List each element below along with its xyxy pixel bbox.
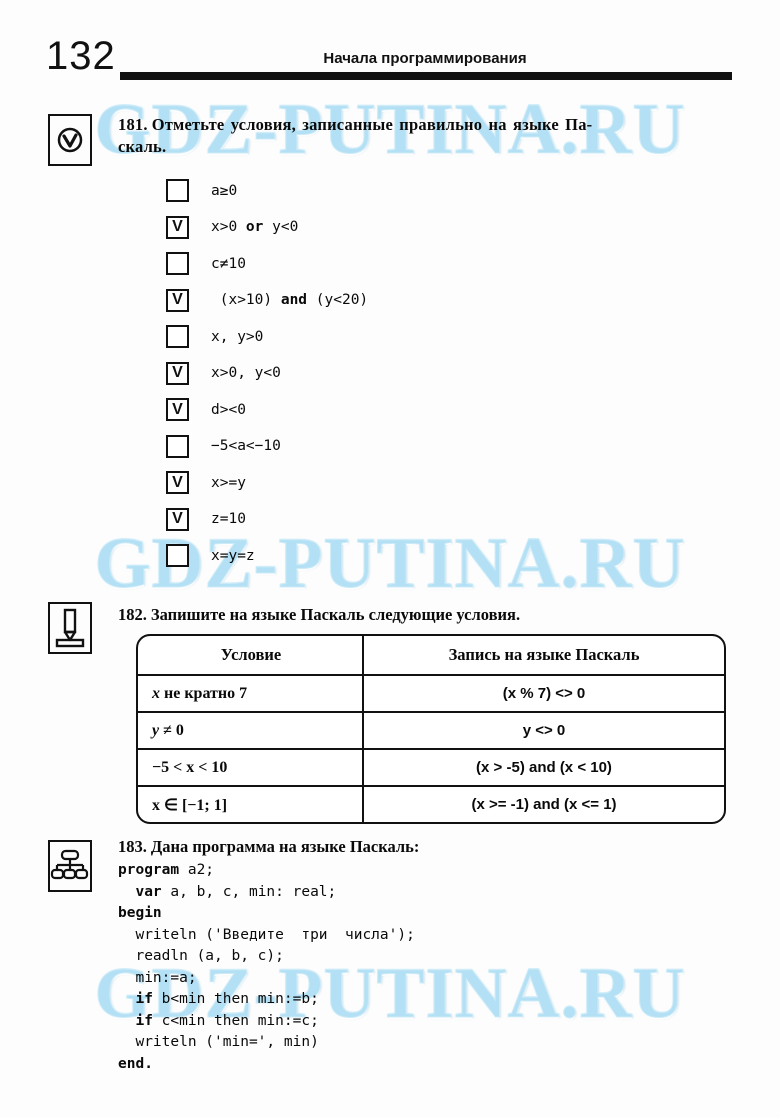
exercise-183: 183. Дана программа на языке Паскаль: pro… bbox=[118, 836, 738, 1075]
table-header-row: Условие Запись на языке Паскаль bbox=[138, 636, 724, 676]
option-row: c≠10 bbox=[118, 246, 738, 283]
exercise-181-prompt-line2: скаль. bbox=[118, 137, 167, 157]
option-label: x=y=z bbox=[211, 547, 255, 564]
option-row: x, y>0 bbox=[118, 319, 738, 356]
cell-pascal: (x > -5) and (x < 10) bbox=[363, 749, 724, 787]
code-line: begin bbox=[118, 905, 162, 922]
table-body: x не кратно 7 (x % 7) <> 0y ≠ 0y <> 0 −5 <… bbox=[138, 675, 724, 822]
cell-condition: x ∈ [−1; 1] bbox=[138, 786, 364, 822]
option-row: d><0 bbox=[118, 392, 738, 429]
cell-condition: −5 < x < 10 bbox=[138, 749, 364, 787]
checkbox-checked[interactable] bbox=[166, 507, 189, 531]
table-header-condition: Условие bbox=[138, 636, 364, 676]
exercise-181-number: 181. bbox=[118, 115, 148, 134]
option-label: x>0 or y<0 bbox=[211, 219, 299, 236]
pencil-icon bbox=[48, 602, 92, 654]
code-line: program a2; bbox=[118, 862, 215, 879]
exercise-182-number: 182. bbox=[118, 605, 147, 624]
exercise-181-prompt-line1: Отметьте условия, записанные правильно н… bbox=[151, 115, 593, 134]
option-label: x, y>0 bbox=[211, 328, 264, 345]
code-line: end. bbox=[118, 1055, 153, 1072]
exercise-183-prompt-text: Дана программа на языке Паскаль: bbox=[150, 837, 420, 856]
option-label: x>=y bbox=[211, 474, 246, 491]
code-line: if c<min then min:=c; bbox=[135, 1012, 319, 1029]
cell-pascal: (x >= -1) and (x <= 1) bbox=[471, 796, 617, 813]
checkbox-checked[interactable] bbox=[166, 288, 189, 312]
code-line: writeln ('Введите три числа'); bbox=[135, 926, 415, 943]
exercise-181: 181. Отметьте условия, записанные правиль… bbox=[118, 114, 738, 574]
option-row: x>0 or y<0 bbox=[118, 209, 738, 246]
cell-pascal: (x % 7) <> 0 bbox=[363, 675, 724, 713]
table-row: −5 < x < 10 (x > -5) and (x < 10) bbox=[138, 749, 724, 787]
code-line: min:=a; bbox=[135, 969, 197, 986]
code-line: writeln ('min=', min) bbox=[135, 1034, 319, 1051]
checkbox-checked[interactable] bbox=[166, 361, 189, 385]
option-row: a≥0 bbox=[118, 173, 738, 210]
exercise-182-prompt-text: Запишите на языке Паскаль следующие усло… bbox=[150, 605, 521, 624]
checkbox-unchecked[interactable] bbox=[166, 325, 189, 349]
option-row: x>0, y<0 bbox=[118, 355, 738, 392]
table-header-pascal: Запись на языке Паскаль bbox=[363, 636, 724, 676]
exercise-183-prompt: 183. Дана программа на языке Паскаль: bbox=[118, 836, 738, 858]
running-head: Начала программирования bbox=[323, 50, 527, 67]
option-label: a≥0 bbox=[211, 182, 238, 199]
exercise-182-prompt: 182. Запишите на языке Паскаль следующие … bbox=[118, 604, 738, 626]
option-label: x>0, y<0 bbox=[211, 365, 281, 382]
checkbox-unchecked[interactable] bbox=[166, 252, 189, 276]
checkbox-checked[interactable] bbox=[166, 398, 189, 422]
exercise-182: 182. Запишите на языке Паскаль следующие … bbox=[118, 604, 738, 626]
option-label: c≠10 bbox=[211, 255, 246, 272]
exercise-181-prompt: 181. Отметьте условия, записанные правиль… bbox=[118, 114, 738, 159]
exercise-183-number: 183. bbox=[118, 837, 147, 856]
option-label: d><0 bbox=[211, 401, 246, 418]
table-row: x не кратно 7 (x % 7) <> 0 bbox=[138, 675, 724, 713]
exercise-181-option-list: a≥0 x>0 or y<0 c≠10 (x>10) and (y<20) x, y>… bbox=[118, 173, 738, 575]
table-row: x ∈ [−1; 1] (x >= -1) and (x <= 1) bbox=[138, 786, 724, 822]
conditions-table: Условие Запись на языке Паскаль x не кра… bbox=[136, 634, 726, 824]
code-line: var a, b, c, min: real; bbox=[135, 883, 337, 900]
textbook-page: 132 Начала программирования 181. Отметьте… bbox=[0, 0, 780, 1118]
page-number: 132 bbox=[46, 34, 116, 78]
table-row: y ≠ 0y <> 0 bbox=[138, 712, 724, 750]
option-row: x=y=z bbox=[118, 538, 738, 575]
cell-condition: x не кратно 7 bbox=[138, 675, 364, 713]
checkbox-checked[interactable] bbox=[166, 471, 189, 495]
option-row: −5<a<−10 bbox=[118, 428, 738, 465]
checkbox-unchecked[interactable] bbox=[166, 179, 189, 203]
option-label: (x>10) and (y<20) bbox=[211, 292, 369, 309]
option-row: (x>10) and (y<20) bbox=[118, 282, 738, 319]
option-label: z=10 bbox=[211, 511, 246, 528]
pascal-code-block: program a2; var a, b, c, min: real; begin… bbox=[118, 860, 738, 1075]
option-row: z=10 bbox=[118, 501, 738, 538]
cell-condition: y ≠ 0 bbox=[138, 712, 364, 750]
checkbox-unchecked[interactable] bbox=[166, 434, 189, 458]
header-rule bbox=[120, 72, 732, 80]
code-line: if b<min then min:=b; bbox=[135, 991, 319, 1008]
check-circle-icon bbox=[48, 114, 92, 166]
cell-pascal: y <> 0 bbox=[363, 712, 724, 750]
code-line: readln (a, b, c); bbox=[135, 948, 284, 965]
option-row: x>=y bbox=[118, 465, 738, 502]
hierarchy-tree-icon bbox=[48, 840, 92, 892]
checkbox-unchecked[interactable] bbox=[166, 544, 189, 568]
option-label: −5<a<−10 bbox=[211, 438, 281, 455]
checkbox-checked[interactable] bbox=[166, 215, 189, 239]
